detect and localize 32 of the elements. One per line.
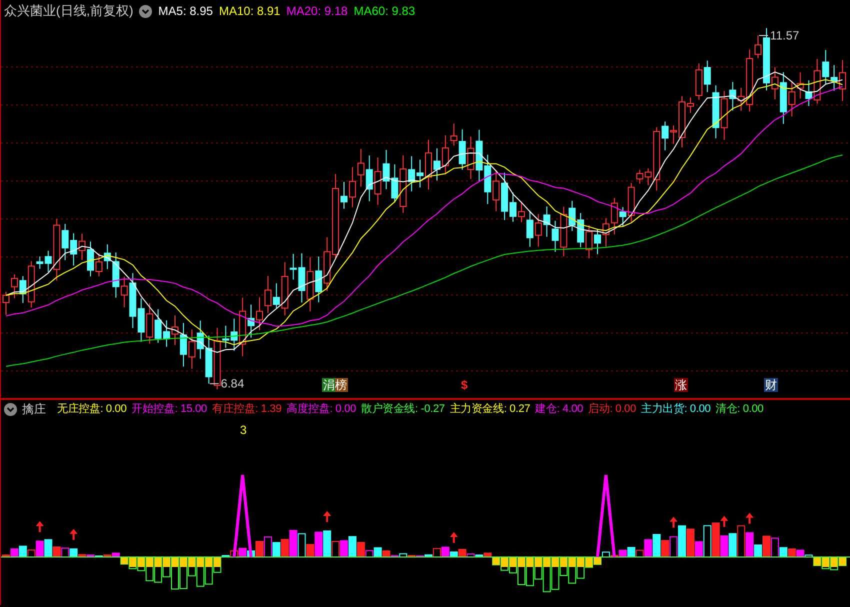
indicator-value: 开始控盘: 15.00: [132, 402, 207, 417]
indicator-value: 主力资金线: 0.27: [450, 402, 530, 417]
up-arrow-icon: [720, 516, 728, 527]
dollar-sign[interactable]: $: [460, 378, 469, 392]
low-price-label: 6.84: [220, 376, 244, 391]
indicator-value: 高度控盘: 0.00: [286, 402, 356, 417]
indicator-value: 启动: 0.00: [588, 402, 636, 417]
indicator-value: 主力出货: 0.00: [641, 402, 711, 417]
up-arrow-icon: [36, 521, 44, 532]
ma-value: MA20: 9.18: [286, 3, 348, 20]
ma-value: MA60: 9.83: [354, 3, 416, 20]
indicator-title: 擒庄: [22, 401, 46, 418]
dropdown-icon[interactable]: [139, 4, 152, 18]
up-arrow-icon: [746, 512, 754, 524]
indicator-value: 清仓: 0.00: [716, 402, 764, 417]
indicator-value: 无庄控盘: 0.00: [57, 402, 127, 417]
dropdown-icon[interactable]: [4, 402, 17, 416]
event-tag[interactable]: 涨: [674, 378, 688, 392]
up-arrow-icon: [70, 528, 78, 540]
indicator-value: 建仓: 4.00: [535, 402, 584, 417]
ma-value: MA5: 8.95: [158, 3, 213, 20]
up-arrow-icon: [450, 532, 458, 543]
rank-badge[interactable]: 涓榜: [322, 378, 348, 392]
up-arrow-icon: [323, 510, 332, 522]
event-tag[interactable]: 财: [764, 378, 778, 392]
indicator-value: 有庄控盘: 1.39: [212, 402, 282, 417]
up-arrow-icon: [670, 516, 678, 528]
ma-value: MA10: 8.91: [218, 3, 280, 20]
signal-count: 3: [240, 422, 247, 439]
high-price-label: 11.57: [770, 28, 800, 42]
stock-title: 众兴菌业(日线,前复权): [4, 2, 134, 20]
indicator-value: 散户资金线: -0.27: [361, 402, 445, 417]
